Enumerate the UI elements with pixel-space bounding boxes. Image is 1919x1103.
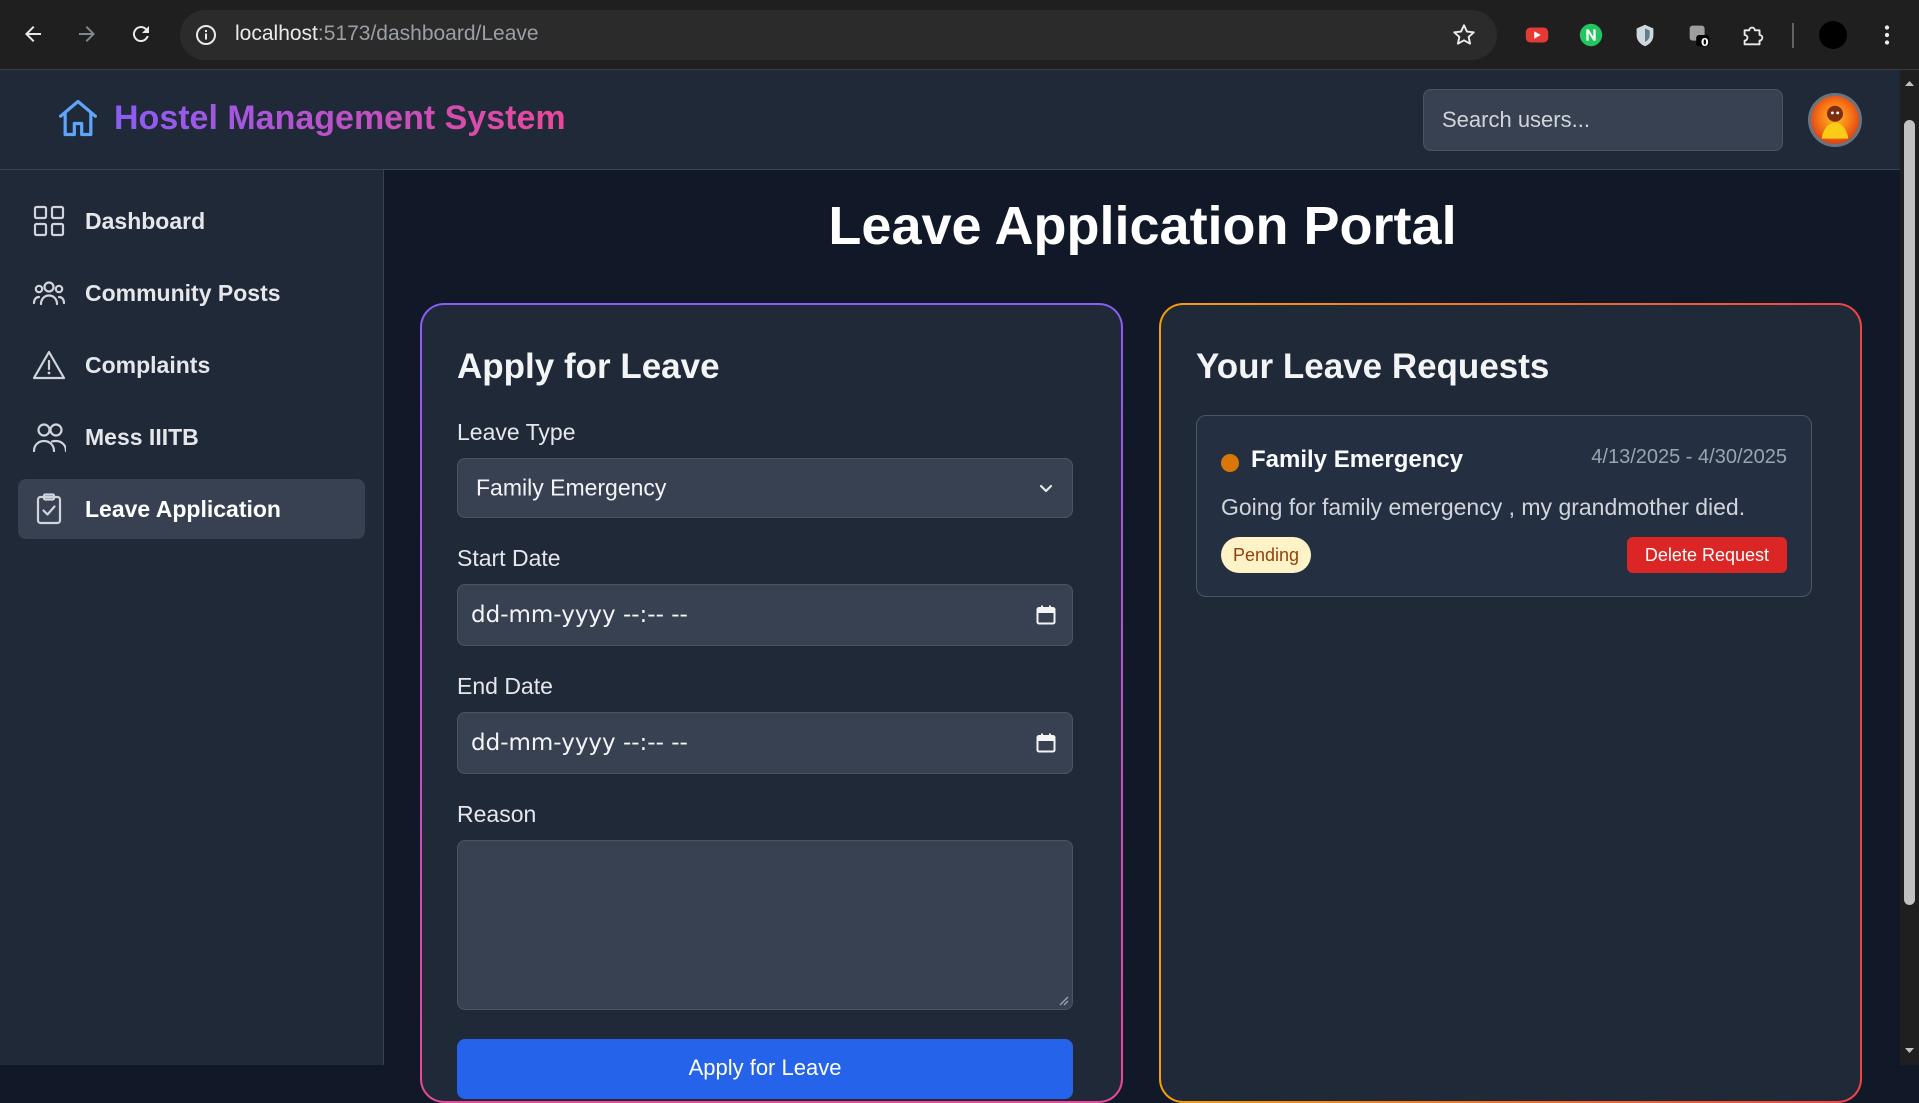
request-reason: Going for family emergency , my grandmot… <box>1221 494 1746 520</box>
chevron-down-icon <box>1039 484 1053 493</box>
sidebar-item-label: Dashboard <box>85 207 206 234</box>
arrow-left-icon <box>25 26 41 42</box>
forward-button[interactable] <box>70 17 104 51</box>
calendar-icon[interactable] <box>1034 603 1058 627</box>
leave-type-label: Leave Type <box>457 419 576 445</box>
home-icon <box>58 99 98 137</box>
arrow-right-icon <box>79 26 95 42</box>
leave-requests-heading: Your Leave Requests <box>1196 347 1550 386</box>
sidebar-item-community-posts[interactable]: Community Posts <box>18 263 365 323</box>
page-title: Leave Application Portal <box>828 196 1457 256</box>
brand[interactable]: Hostel Management System <box>56 96 566 140</box>
page-scrollbar[interactable] <box>1900 70 1919 1065</box>
badge-extension-icon[interactable]: 0 <box>1684 20 1714 50</box>
users-icon <box>32 281 66 306</box>
apply-leave-card: Apply for Leave Leave Type Family Emerge… <box>420 303 1123 1103</box>
warning-icon <box>32 350 66 380</box>
leave-requests-card: Your Leave Requests Family Emergency 4/1… <box>1159 303 1862 1103</box>
avatar[interactable] <box>1808 93 1862 147</box>
status-badge: Pending <box>1221 537 1312 573</box>
leave-type-select[interactable]: Family Emergency <box>457 458 1073 518</box>
info-icon[interactable] <box>194 23 218 47</box>
youtube-extension-icon[interactable] <box>1522 20 1552 50</box>
app-title: Hostel Management System <box>114 98 566 137</box>
end-date-label: End Date <box>457 673 553 699</box>
scroll-down-arrow-icon[interactable] <box>1904 1045 1915 1056</box>
sidebar-item-label: Mess IIITB <box>85 423 199 450</box>
reason-textarea[interactable] <box>457 840 1073 1010</box>
sidebar-item-mess[interactable]: Mess IIITB <box>18 407 365 467</box>
reason-label: Reason <box>457 801 537 827</box>
shield-extension-icon[interactable] <box>1630 20 1660 50</box>
sidebar-item-leave-application[interactable]: Leave Application <box>18 479 365 539</box>
leave-type-selected: Family Emergency <box>476 474 667 501</box>
kebab-menu-icon[interactable] <box>1872 20 1902 50</box>
request-dates: 4/13/2025 - 4/30/2025 <box>1591 446 1787 468</box>
sidebar-item-dashboard[interactable]: Dashboard <box>18 191 365 251</box>
calendar-icon[interactable] <box>1034 731 1058 755</box>
end-date-value: dd-mm-yyyy --:-- -- <box>471 730 688 756</box>
app-header: Hostel Management System <box>0 70 1900 170</box>
delete-request-button[interactable]: Delete Request <box>1626 537 1787 573</box>
n-extension-icon[interactable] <box>1576 20 1606 50</box>
reload-icon <box>132 26 149 43</box>
scroll-up-arrow-icon[interactable] <box>1904 78 1915 89</box>
end-date-input[interactable]: dd-mm-yyyy --:-- -- <box>457 712 1073 774</box>
scrollbar-thumb[interactable] <box>1904 120 1915 905</box>
start-date-label: Start Date <box>457 545 561 571</box>
toolbar-divider <box>1792 23 1794 48</box>
start-date-input[interactable]: dd-mm-yyyy --:-- -- <box>457 584 1073 646</box>
back-button[interactable] <box>16 17 50 51</box>
search-input[interactable] <box>1423 89 1783 151</box>
sidebar-item-complaints[interactable]: Complaints <box>18 335 365 395</box>
reload-button[interactable] <box>124 17 158 51</box>
extension-badge-count: 0 <box>1701 36 1709 49</box>
request-type: Family Emergency <box>1251 446 1464 473</box>
apply-leave-heading: Apply for Leave <box>457 347 720 386</box>
puzzle-extensions-icon[interactable] <box>1738 20 1768 50</box>
start-date-value: dd-mm-yyyy --:-- -- <box>471 602 688 628</box>
sidebar-item-label: Complaints <box>85 351 211 378</box>
url-text: localhost:5173/dashboard/Leave <box>235 22 539 45</box>
sidebar: Dashboard Community Posts Complaints Mes… <box>0 170 384 1065</box>
sidebar-item-label: Leave Application <box>85 495 281 522</box>
list-item: Family Emergency 4/13/2025 - 4/30/2025 G… <box>1196 415 1812 597</box>
people-icon <box>32 423 66 453</box>
address-bar[interactable]: localhost:5173/dashboard/Leave <box>180 10 1497 60</box>
star-icon[interactable] <box>1451 22 1477 48</box>
browser-toolbar: localhost:5173/dashboard/Leave 0 <box>0 0 1919 70</box>
resize-handle-icon[interactable] <box>1057 994 1069 1006</box>
profile-icon[interactable] <box>1818 20 1848 50</box>
grid-icon <box>33 205 65 237</box>
sidebar-item-label: Community Posts <box>85 279 281 306</box>
apply-for-leave-button[interactable]: Apply for Leave <box>457 1039 1073 1099</box>
status-dot <box>1221 454 1239 472</box>
clipboard-check-icon <box>36 493 62 525</box>
